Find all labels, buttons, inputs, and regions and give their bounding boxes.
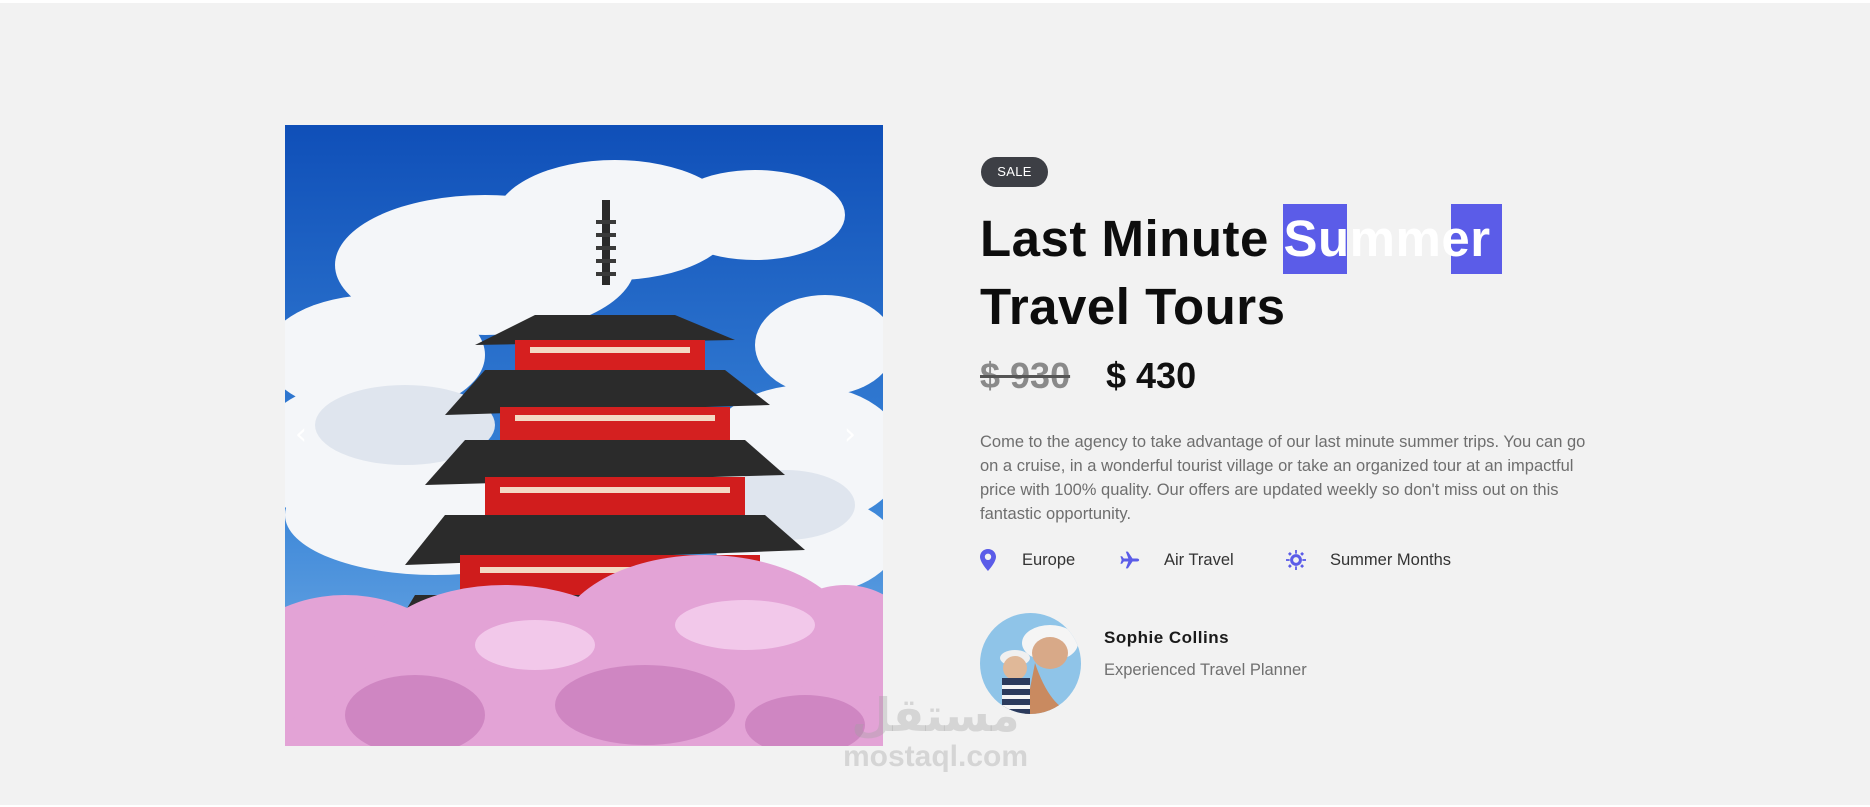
old-price: $ 930 <box>980 355 1071 396</box>
image-slider[interactable] <box>285 125 883 746</box>
title-text: Last Minute <box>980 210 1284 267</box>
feature-label: Summer Months <box>1330 550 1452 569</box>
pagoda-photo <box>285 125 883 746</box>
watermark-latin: mostaql.com <box>842 740 1029 773</box>
sun-icon <box>1286 549 1306 571</box>
page-title: Last Minute Summer Travel Tours <box>980 205 1620 335</box>
new-price: $ 430 <box>1106 355 1197 396</box>
description: Come to the agency to take advantage of … <box>980 433 1586 523</box>
feature-transport: Air Travel <box>1120 547 1234 573</box>
airplane-icon <box>1120 549 1140 571</box>
title-text: Travel Tours <box>980 278 1286 335</box>
watermark-logo: مستقل mostaql.com <box>828 690 1043 774</box>
map-pin-icon <box>978 549 998 571</box>
feature-season: Summer Months <box>1286 547 1451 573</box>
watermark-arabic: مستقل <box>851 688 1020 742</box>
author-role: Experienced Travel Planner <box>1104 661 1307 679</box>
slider-prev-arrow-icon[interactable]: ‹ <box>286 420 316 450</box>
feature-location: Europe <box>978 547 1075 573</box>
top-divider <box>0 0 1870 3</box>
author-name: Sophie Collins <box>1104 628 1230 647</box>
sale-badge: SALE <box>981 157 1048 187</box>
title-highlighted-word: Summer <box>1283 210 1491 267</box>
feature-label: Europe <box>1022 550 1076 569</box>
feature-label: Air Travel <box>1164 550 1234 569</box>
slider-next-arrow-icon[interactable]: › <box>835 420 865 450</box>
